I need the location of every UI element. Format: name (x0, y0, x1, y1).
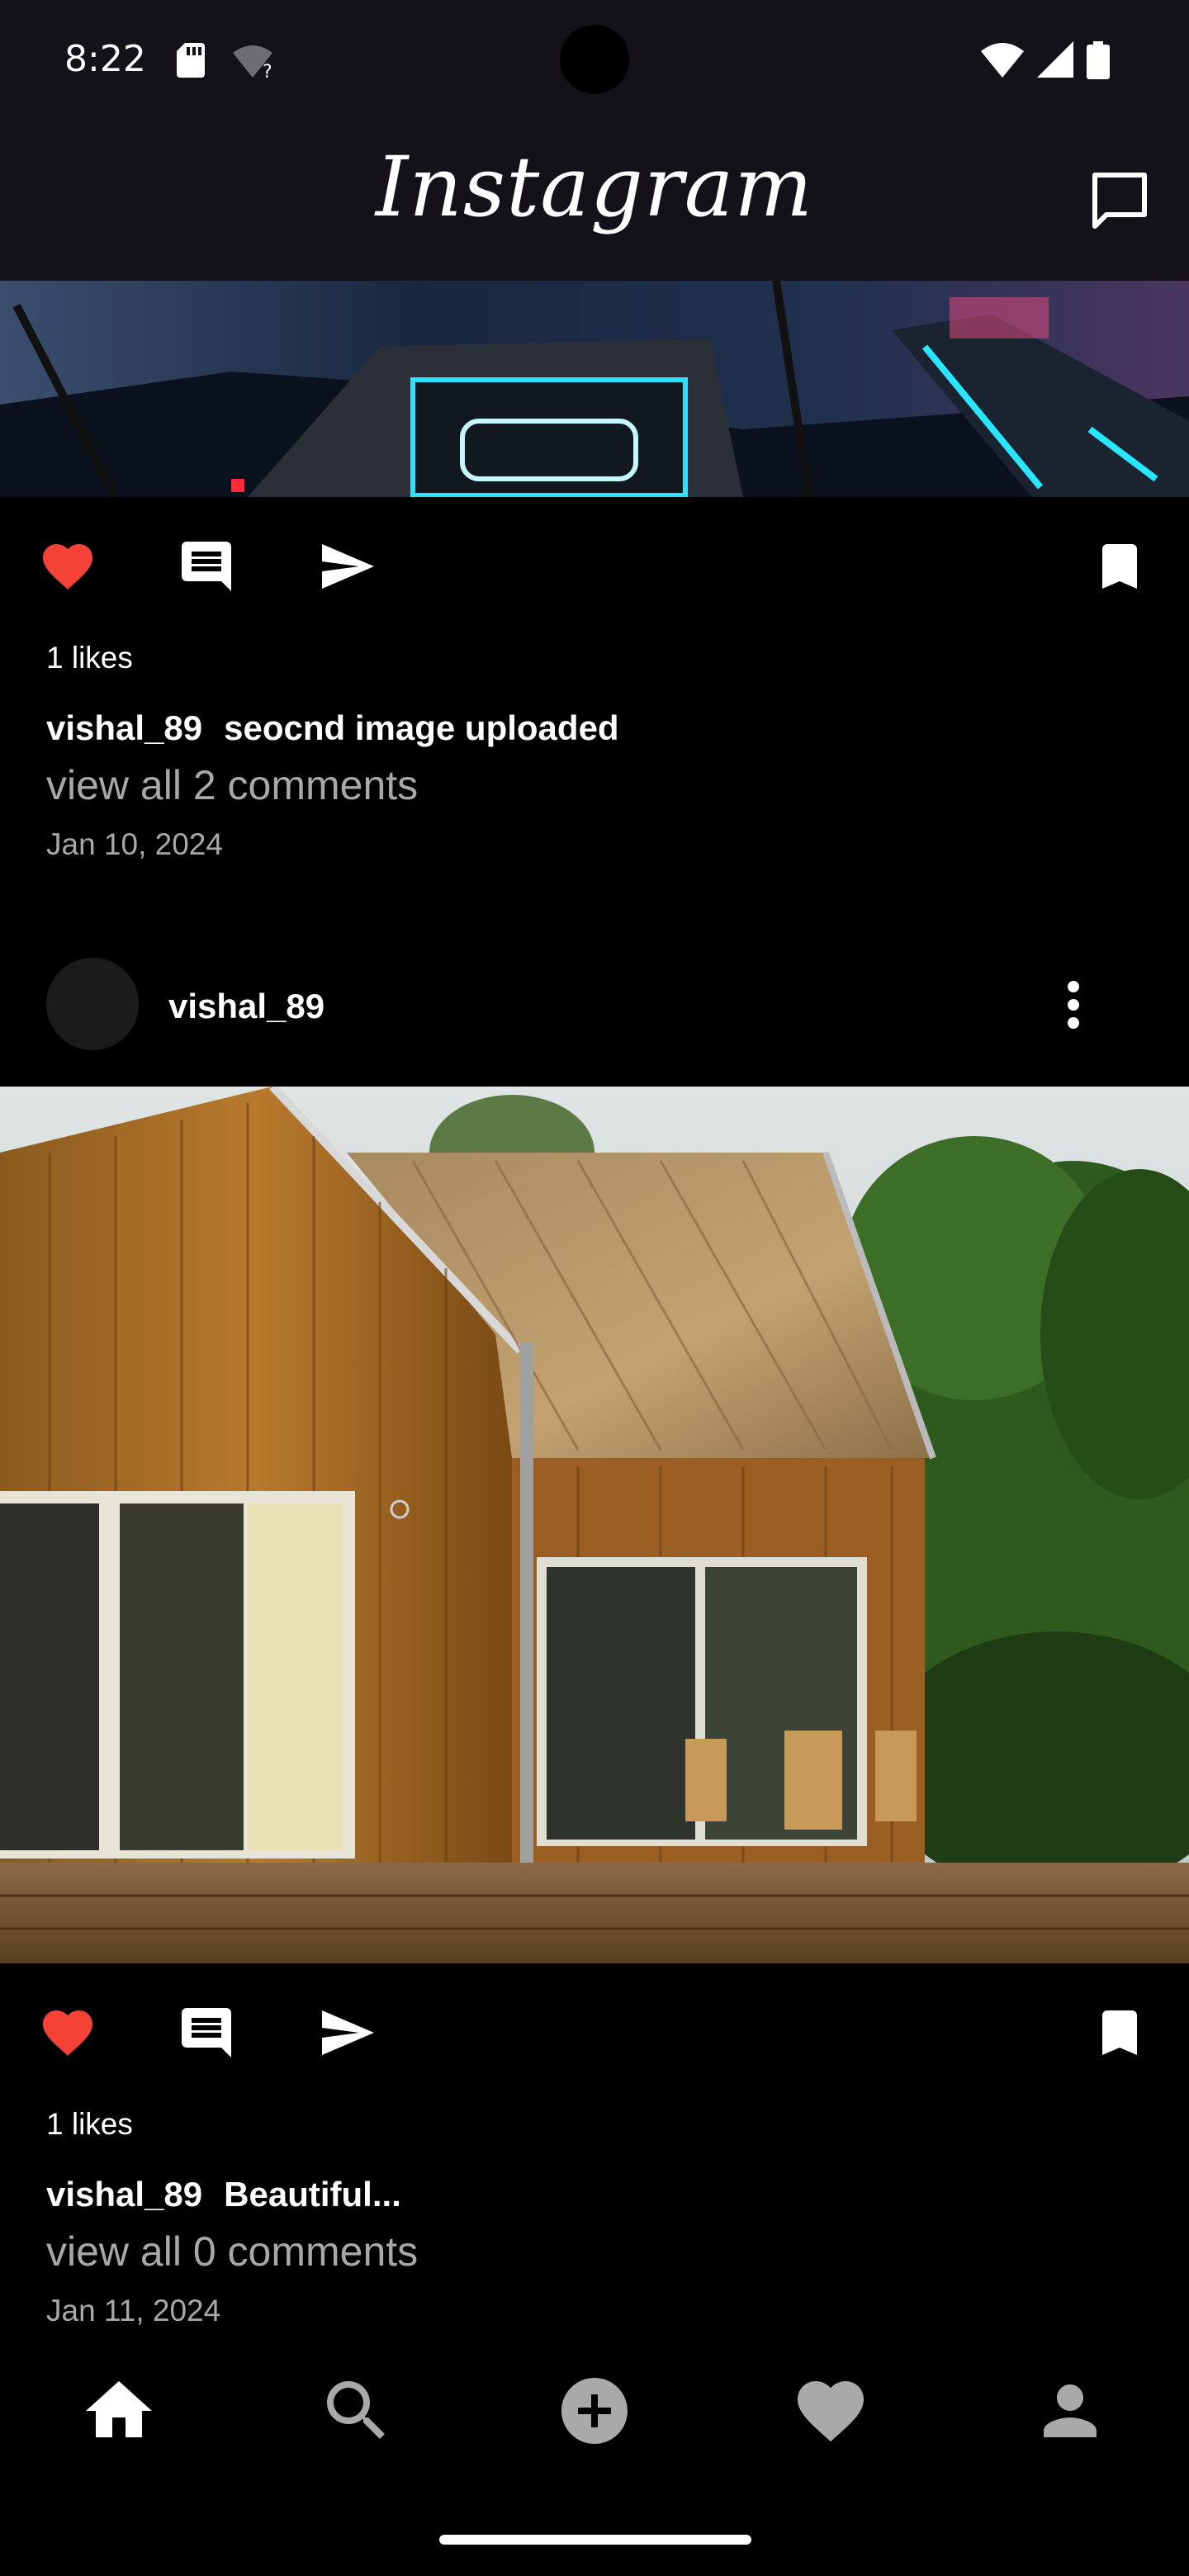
camera-cutout (560, 25, 629, 94)
post-username[interactable]: vishal_89 (168, 987, 324, 1026)
home-icon[interactable] (79, 2371, 159, 2451)
caption-username[interactable]: vishal_89 (46, 708, 202, 747)
wifi-icon (981, 43, 1024, 78)
sd-card-icon (177, 43, 205, 78)
caption-text: Beautiful... (224, 2175, 401, 2214)
search-icon[interactable] (317, 2371, 396, 2451)
post-caption: vishal_89 seocnd image uploaded (46, 708, 619, 748)
add-post-icon[interactable] (555, 2371, 634, 2451)
view-comments-link[interactable]: view all 0 comments (46, 2228, 418, 2275)
post-image[interactable] (0, 1087, 1189, 1963)
svg-text:?: ? (263, 62, 272, 79)
likes-count: 1 likes (46, 2107, 133, 2141)
bookmark-icon[interactable] (1088, 2003, 1151, 2062)
status-time: 8:22 (64, 38, 146, 80)
likes-count: 1 likes (46, 641, 133, 675)
bookmark-icon[interactable] (1088, 537, 1151, 596)
comment-icon[interactable] (175, 2003, 238, 2062)
view-comments-link[interactable]: view all 2 comments (46, 761, 418, 809)
messages-icon[interactable] (1088, 170, 1151, 233)
post-date: Jan 11, 2024 (46, 2294, 221, 2327)
signal-icon (1037, 41, 1073, 78)
share-send-icon[interactable] (315, 537, 378, 596)
avatar[interactable] (46, 958, 139, 1050)
share-send-icon[interactable] (315, 2003, 378, 2062)
caption-username[interactable]: vishal_89 (46, 2175, 202, 2214)
post-caption: vishal_89 Beautiful... (46, 2175, 401, 2214)
wifi-question-icon: ? (233, 45, 272, 79)
caption-text: seocnd image uploaded (224, 708, 619, 747)
post-date: Jan 10, 2024 (46, 827, 223, 861)
instagram-logo: Instagram (375, 139, 814, 235)
comment-icon[interactable] (175, 537, 238, 596)
profile-icon[interactable] (1030, 2371, 1110, 2451)
activity-heart-icon[interactable] (791, 2371, 870, 2451)
battery-icon (1087, 41, 1110, 79)
home-indicator[interactable] (439, 2535, 751, 2545)
more-options-icon[interactable] (1065, 979, 1082, 1030)
like-heart-icon[interactable] (36, 2003, 99, 2062)
like-heart-icon[interactable] (36, 537, 99, 596)
post-image[interactable] (0, 281, 1189, 497)
